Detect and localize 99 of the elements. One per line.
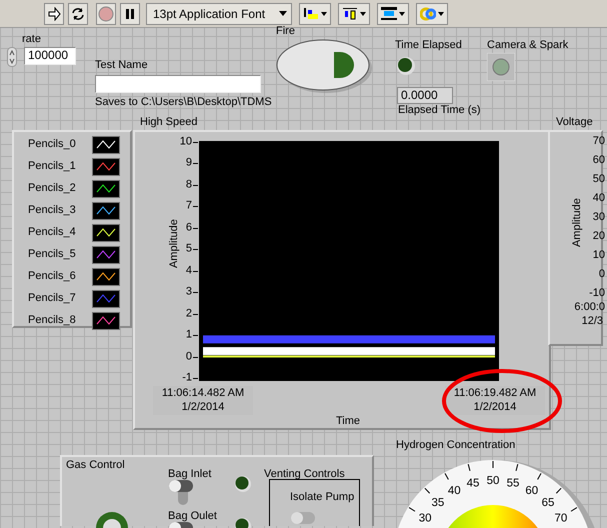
- gauge-tick-label: 30: [418, 512, 432, 525]
- axis-tick-label: 11:06:19.482 AM 1/2/2014: [445, 386, 545, 415]
- gauge-tick-label: 45: [466, 478, 480, 490]
- line-swatch-icon: [92, 136, 120, 154]
- caret-icon: [321, 12, 327, 16]
- align-icon: [303, 6, 319, 21]
- axis-tick-label: 8: [186, 178, 192, 192]
- legend-label: Pencils_5: [28, 248, 76, 262]
- axis-title: Amplitude: [168, 219, 181, 268]
- axis-tick-label: 70: [592, 135, 605, 148]
- indicator-label: Camera & Spark: [487, 39, 568, 52]
- legend-label: Pencils_6: [28, 270, 76, 284]
- control-label: rate: [22, 33, 41, 46]
- axis-tick-label: 6:00:0: [574, 301, 605, 314]
- distribute-icon: [342, 6, 358, 21]
- line-swatch-icon: [92, 202, 120, 220]
- cycle-arrows-icon: [71, 6, 85, 20]
- gauge-tick-label: 65: [542, 496, 554, 509]
- legend-label: Pencils_4: [28, 226, 76, 240]
- line-swatch-icon: [92, 224, 120, 242]
- valve-led: [234, 475, 252, 493]
- axis-tick-label: 0: [186, 350, 192, 364]
- stop-icon: [98, 6, 114, 22]
- axis-tick-label: 6: [186, 221, 192, 234]
- gauge-tick-label: 35: [432, 496, 444, 509]
- switch-label: Bag Inlet: [168, 468, 212, 482]
- axis-tick-label: -10: [589, 287, 605, 300]
- axis-tick-label: 10: [180, 135, 192, 149]
- axis-tick-label: 30: [592, 211, 605, 224]
- gauge-tick-label: 40: [448, 485, 461, 498]
- caret-icon: [279, 11, 287, 16]
- spinner-icon[interactable]: [7, 47, 17, 67]
- group-title: Venting Controls: [264, 468, 345, 482]
- axis-tick-label: 60: [592, 154, 605, 168]
- line-swatch-icon: [92, 246, 120, 264]
- line-swatch-icon: [92, 158, 120, 176]
- axis-tick-label: 1: [186, 328, 192, 342]
- time-elapsed-led: [396, 56, 416, 76]
- line-swatch-icon: [92, 290, 120, 308]
- axis-tick-label: 5: [186, 242, 192, 256]
- indicator-label: Time Elapsed: [395, 39, 462, 52]
- axis-tick-label: 2: [186, 307, 192, 320]
- axis-tick-label: 9: [186, 156, 192, 170]
- fire-button[interactable]: [275, 38, 375, 96]
- line-swatch-icon: [92, 180, 120, 198]
- axis-tick-label: 12/3: [582, 315, 603, 328]
- group-title: Gas Control: [66, 459, 125, 472]
- indicator-label: Elapsed Time (s): [398, 104, 481, 118]
- axis-tick-label: 0: [598, 268, 605, 282]
- chart-title: High Speed: [140, 116, 198, 130]
- gauge-tick-label: 55: [506, 478, 520, 490]
- caret-icon: [399, 12, 405, 16]
- legend-label: Pencils_1: [28, 160, 76, 174]
- legend-label: Pencils_7: [28, 292, 76, 306]
- axis-tick-label: -1: [182, 371, 192, 385]
- axis-tick-label: 20: [592, 230, 605, 244]
- axis-tick-label: 50: [592, 173, 605, 186]
- switch-label: Bag Oulet: [168, 510, 217, 524]
- axis-tick-label: 7: [186, 200, 192, 213]
- line-swatch-icon: [92, 268, 120, 286]
- gauge-tick-label: 60: [525, 485, 538, 498]
- legend-label: Pencils_2: [28, 182, 76, 196]
- reorder-icon: [420, 6, 436, 21]
- line-swatch-icon: [92, 312, 120, 330]
- chart-title: Voltage: [556, 116, 593, 130]
- axis-title: Amplitude: [570, 198, 584, 248]
- legend-label: Pencils_3: [28, 204, 76, 218]
- gauge-tick-label: 70: [554, 512, 568, 525]
- run-continuously-button[interactable]: [68, 2, 88, 24]
- axis-tick-label: 11:06:14.482 AM 1/2/2014: [153, 386, 253, 415]
- legend-label: Pencils_0: [28, 138, 76, 152]
- control-label: Test Name: [95, 59, 148, 72]
- axis-tick-label: 4: [186, 264, 192, 278]
- axis-title: Time: [336, 415, 360, 428]
- camera-spark-led: [487, 53, 515, 81]
- toggle-switch[interactable]: [168, 479, 194, 507]
- gauge-title: Hydrogen Concentration: [396, 439, 516, 452]
- legend-label: Pencils_8: [28, 314, 76, 328]
- toolbar-button[interactable]: [338, 2, 370, 24]
- arrow-icon: [47, 6, 61, 20]
- resize-icon: [381, 6, 397, 21]
- axis-tick-label: 3: [186, 286, 192, 299]
- rate-field[interactable]: 100000: [24, 47, 76, 65]
- control-label: Fire: [276, 25, 295, 38]
- pause-button[interactable]: [120, 2, 140, 24]
- elapsed-time-display: 0.0000: [397, 87, 453, 104]
- toolbar-button[interactable]: [377, 2, 409, 24]
- caret-icon: [360, 12, 366, 16]
- caret-icon: [438, 12, 444, 16]
- font-dropdown[interactable]: 13pt Application Font: [146, 2, 292, 24]
- pause-icon: [124, 8, 136, 20]
- toolbar-button[interactable]: [299, 2, 331, 24]
- gauge-tick-label: 50: [486, 475, 500, 487]
- axis-tick-label: 40: [592, 192, 605, 206]
- path-note: Saves to C:\Users\B\Desktop\TDMS: [95, 96, 272, 110]
- test-name-field[interactable]: [95, 75, 261, 93]
- switch-label: Isolate Pump: [290, 491, 354, 504]
- axis-tick-label: 10: [592, 249, 605, 262]
- run-button[interactable]: [44, 2, 64, 24]
